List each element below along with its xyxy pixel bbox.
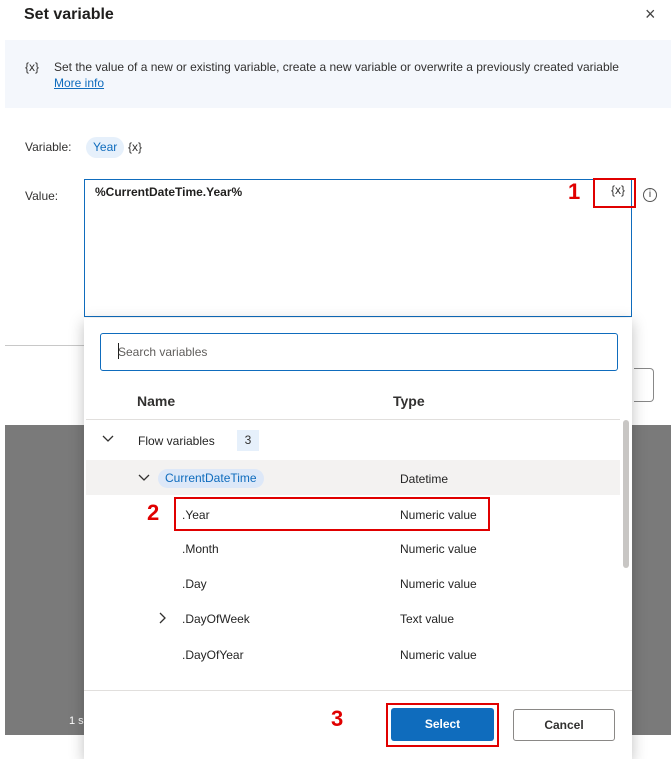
- list-item-day-of-week[interactable]: .DayOfWeek: [182, 612, 250, 626]
- more-info-link[interactable]: More info: [54, 76, 104, 90]
- info-description: Set the value of a new or existing varia…: [54, 60, 619, 74]
- type-cell: Numeric value: [400, 542, 477, 556]
- type-cell: Numeric value: [400, 577, 477, 591]
- close-icon[interactable]: ×: [645, 4, 656, 25]
- type-cell: Numeric value: [400, 648, 477, 662]
- header-divider: [86, 419, 620, 420]
- column-header-type[interactable]: Type: [393, 393, 425, 409]
- annotation-box-1: [593, 178, 636, 208]
- background-text-fragment: 1 s: [69, 715, 84, 727]
- list-item-day[interactable]: .Day: [182, 577, 207, 591]
- cancel-button[interactable]: Cancel: [513, 709, 615, 741]
- background-input-fragment: [634, 368, 654, 402]
- search-placeholder: Search variables: [118, 345, 208, 359]
- type-cell: Text value: [400, 612, 455, 626]
- list-item-month[interactable]: .Month: [182, 542, 219, 556]
- variable-chip[interactable]: CurrentDateTime: [158, 469, 264, 488]
- annotation-number-1: 1: [568, 179, 581, 204]
- info-text: Set the value of a new or existing varia…: [54, 59, 634, 91]
- variable-icon: {x}: [128, 140, 143, 154]
- count-badge: 3: [237, 430, 259, 451]
- variables-picker: [84, 318, 632, 759]
- value-label: Value:: [25, 189, 59, 203]
- group-label: Flow variables: [138, 434, 215, 448]
- scrollbar[interactable]: [623, 420, 629, 568]
- select-button[interactable]: Select: [391, 708, 494, 741]
- chevron-down-icon[interactable]: [101, 431, 115, 447]
- info-icon[interactable]: i: [643, 188, 657, 202]
- dialog-title: Set variable: [24, 6, 114, 23]
- chevron-down-icon[interactable]: [137, 470, 151, 486]
- variable-label: Variable:: [25, 140, 72, 154]
- value-input[interactable]: [84, 179, 632, 317]
- value-input-text: %CurrentDateTime.Year%: [95, 185, 243, 199]
- variable-chip[interactable]: Year: [86, 137, 125, 158]
- chevron-right-icon[interactable]: [157, 610, 169, 626]
- column-header-name[interactable]: Name: [137, 393, 175, 409]
- type-cell: Datetime: [400, 472, 449, 486]
- variable-icon: {x}: [25, 60, 40, 74]
- annotation-number-2: 2: [147, 500, 160, 525]
- annotation-box-2: [174, 497, 490, 531]
- annotation-number-3: 3: [331, 706, 344, 731]
- divider: [5, 345, 84, 346]
- footer-divider: [84, 690, 632, 691]
- list-item-day-of-year[interactable]: .DayOfYear: [182, 648, 244, 662]
